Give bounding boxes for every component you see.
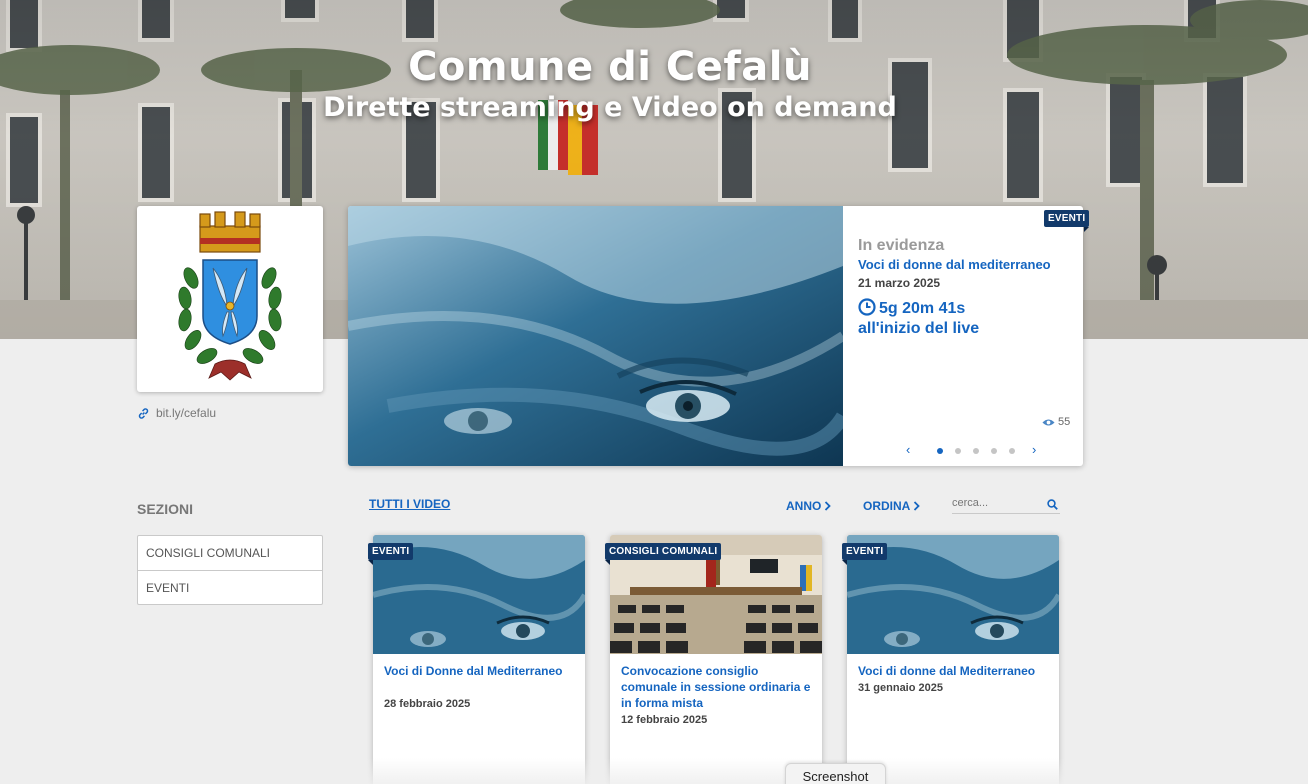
cefalu-coat-of-arms-logo	[178, 211, 282, 381]
live-countdown: 5g 20m 41s all'inizio del live	[858, 298, 1078, 339]
year-filter-label: ANNO	[786, 499, 822, 513]
short-link[interactable]: bit.ly/cefalu	[137, 406, 216, 420]
search-input[interactable]	[952, 494, 1040, 512]
search-icon[interactable]	[1047, 499, 1058, 510]
video-card[interactable]: CONSIGLI COMUNALI Convocazione consiglio…	[605, 535, 822, 784]
year-filter-button[interactable]: ANNO	[786, 499, 832, 513]
carousel-prev-chevron-icon[interactable]: ‹	[906, 443, 910, 457]
chevron-right-icon	[914, 501, 921, 511]
video-title[interactable]: Voci di Donne dal Mediterraneo	[384, 663, 576, 679]
video-category-tag[interactable]: CONSIGLI COMUNALI	[605, 543, 722, 565]
carousel-dot-4[interactable]	[991, 448, 997, 454]
carousel-next-chevron-icon[interactable]: ›	[1032, 443, 1036, 457]
carousel-dot-1[interactable]	[937, 448, 943, 454]
featured-date: 21 marzo 2025	[858, 276, 941, 290]
featured-event-image	[348, 206, 843, 466]
featured-thumbnail[interactable]	[348, 206, 843, 466]
section-item-consigli-comunali[interactable]: CONSIGLI COMUNALI	[138, 536, 322, 570]
featured-title[interactable]: Voci di donne dal mediterraneo	[858, 257, 1051, 272]
carousel-nav: ‹ ›	[906, 443, 1042, 457]
video-date: 31 gennaio 2025	[858, 682, 943, 694]
video-category-tag[interactable]: EVENTI	[368, 543, 414, 565]
site-subtitle: Dirette streaming e Video on demand	[323, 92, 897, 123]
video-date: 12 febbraio 2025	[621, 714, 708, 726]
chevron-right-icon	[825, 501, 832, 511]
sections-list: CONSIGLI COMUNALI EVENTI	[137, 535, 323, 605]
eye-icon	[1042, 418, 1055, 426]
site-title: Comune di Cefalù	[408, 44, 812, 90]
featured-carousel[interactable]: EVENTI In evidenza Voci di donne dal med…	[348, 206, 1090, 466]
section-item-eventi[interactable]: EVENTI	[138, 570, 322, 604]
all-videos-link[interactable]: TUTTI I VIDEO	[369, 497, 450, 511]
countdown-value: 5g 20m 41s	[879, 300, 966, 317]
order-filter-label: ORDINA	[863, 499, 911, 513]
search-box	[952, 494, 1060, 514]
featured-kicker: In evidenza	[858, 237, 945, 254]
view-count: 55	[1042, 416, 1070, 428]
carousel-dot-3[interactable]	[973, 448, 979, 454]
short-link-text: bit.ly/cefalu	[156, 406, 217, 420]
video-category-tag[interactable]: EVENTI	[842, 543, 888, 565]
carousel-dot-2[interactable]	[955, 448, 961, 454]
link-icon	[138, 407, 149, 419]
screenshot-tab[interactable]: Screenshot	[785, 763, 886, 784]
municipal-crest-card[interactable]	[137, 206, 323, 392]
video-card[interactable]: EVENTI Voci di Donne dal Mediterraneo 28…	[368, 535, 585, 784]
clock-icon	[858, 298, 876, 316]
video-title[interactable]: Convocazione consiglio comunale in sessi…	[621, 663, 813, 711]
video-date: 28 febbraio 2025	[384, 698, 471, 710]
video-card[interactable]: EVENTI Voci di donne dal Mediterraneo 31…	[842, 535, 1059, 784]
carousel-dot-5[interactable]	[1009, 448, 1015, 454]
view-count-value: 55	[1058, 416, 1071, 428]
featured-info-panel: In evidenza Voci di donne dal mediterran…	[858, 206, 1083, 466]
order-filter-button[interactable]: ORDINA	[863, 499, 921, 513]
sections-heading: SEZIONI	[137, 501, 194, 517]
countdown-suffix: all'inizio del live	[858, 320, 980, 337]
video-title[interactable]: Voci di donne dal Mediterraneo	[858, 663, 1050, 679]
